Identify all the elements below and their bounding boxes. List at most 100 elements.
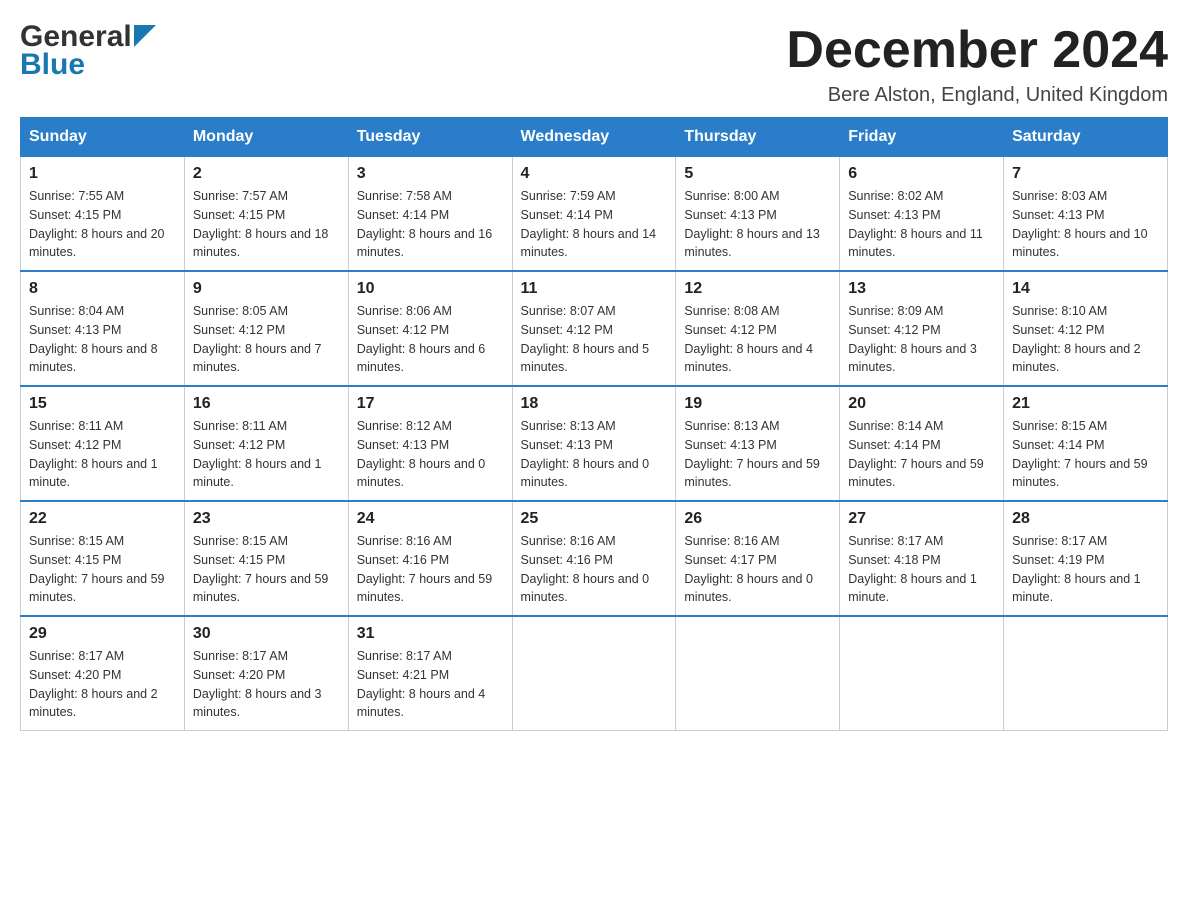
col-wednesday: Wednesday — [512, 118, 676, 157]
calendar-week-1: 1 Sunrise: 7:55 AM Sunset: 4:15 PM Dayli… — [21, 157, 1168, 272]
day-number: 3 — [357, 165, 504, 183]
calendar-cell: 30 Sunrise: 8:17 AM Sunset: 4:20 PM Dayl… — [184, 616, 348, 731]
calendar-cell: 31 Sunrise: 8:17 AM Sunset: 4:21 PM Dayl… — [348, 616, 512, 731]
day-info: Sunrise: 8:15 AM Sunset: 4:14 PM Dayligh… — [1012, 417, 1159, 492]
logo-blue: Blue — [20, 48, 85, 81]
logo-arrow-icon — [134, 25, 156, 47]
calendar-table: Sunday Monday Tuesday Wednesday Thursday… — [20, 117, 1168, 731]
day-number: 15 — [29, 395, 176, 413]
logo: General Blue — [20, 20, 156, 82]
title-section: December 2024 Bere Alston, England, Unit… — [786, 20, 1168, 107]
day-info: Sunrise: 8:17 AM Sunset: 4:18 PM Dayligh… — [848, 532, 995, 607]
day-number: 23 — [193, 510, 340, 528]
day-info: Sunrise: 8:02 AM Sunset: 4:13 PM Dayligh… — [848, 187, 995, 262]
day-number: 1 — [29, 165, 176, 183]
day-number: 17 — [357, 395, 504, 413]
col-thursday: Thursday — [676, 118, 840, 157]
calendar-cell: 5 Sunrise: 8:00 AM Sunset: 4:13 PM Dayli… — [676, 157, 840, 272]
calendar-cell: 19 Sunrise: 8:13 AM Sunset: 4:13 PM Dayl… — [676, 386, 840, 501]
day-number: 10 — [357, 280, 504, 298]
day-number: 16 — [193, 395, 340, 413]
day-number: 14 — [1012, 280, 1159, 298]
col-sunday: Sunday — [21, 118, 185, 157]
calendar-cell: 23 Sunrise: 8:15 AM Sunset: 4:15 PM Dayl… — [184, 501, 348, 616]
page-header: General Blue December 2024 Bere Alston, … — [20, 20, 1168, 107]
day-number: 7 — [1012, 165, 1159, 183]
day-info: Sunrise: 8:04 AM Sunset: 4:13 PM Dayligh… — [29, 302, 176, 377]
day-info: Sunrise: 8:11 AM Sunset: 4:12 PM Dayligh… — [29, 417, 176, 492]
calendar-cell — [840, 616, 1004, 731]
calendar-cell: 11 Sunrise: 8:07 AM Sunset: 4:12 PM Dayl… — [512, 271, 676, 386]
day-info: Sunrise: 8:16 AM Sunset: 4:16 PM Dayligh… — [357, 532, 504, 607]
day-number: 5 — [684, 165, 831, 183]
day-info: Sunrise: 8:03 AM Sunset: 4:13 PM Dayligh… — [1012, 187, 1159, 262]
calendar-cell: 21 Sunrise: 8:15 AM Sunset: 4:14 PM Dayl… — [1004, 386, 1168, 501]
day-number: 2 — [193, 165, 340, 183]
calendar-cell: 10 Sunrise: 8:06 AM Sunset: 4:12 PM Dayl… — [348, 271, 512, 386]
day-number: 26 — [684, 510, 831, 528]
calendar-cell: 3 Sunrise: 7:58 AM Sunset: 4:14 PM Dayli… — [348, 157, 512, 272]
day-info: Sunrise: 8:07 AM Sunset: 4:12 PM Dayligh… — [521, 302, 668, 377]
col-tuesday: Tuesday — [348, 118, 512, 157]
day-info: Sunrise: 7:57 AM Sunset: 4:15 PM Dayligh… — [193, 187, 340, 262]
day-info: Sunrise: 8:15 AM Sunset: 4:15 PM Dayligh… — [29, 532, 176, 607]
day-number: 19 — [684, 395, 831, 413]
calendar-cell: 13 Sunrise: 8:09 AM Sunset: 4:12 PM Dayl… — [840, 271, 1004, 386]
day-info: Sunrise: 8:05 AM Sunset: 4:12 PM Dayligh… — [193, 302, 340, 377]
calendar-cell: 17 Sunrise: 8:12 AM Sunset: 4:13 PM Dayl… — [348, 386, 512, 501]
calendar-cell: 7 Sunrise: 8:03 AM Sunset: 4:13 PM Dayli… — [1004, 157, 1168, 272]
calendar-cell: 28 Sunrise: 8:17 AM Sunset: 4:19 PM Dayl… — [1004, 501, 1168, 616]
calendar-cell: 12 Sunrise: 8:08 AM Sunset: 4:12 PM Dayl… — [676, 271, 840, 386]
col-saturday: Saturday — [1004, 118, 1168, 157]
calendar-week-2: 8 Sunrise: 8:04 AM Sunset: 4:13 PM Dayli… — [21, 271, 1168, 386]
day-info: Sunrise: 8:06 AM Sunset: 4:12 PM Dayligh… — [357, 302, 504, 377]
day-number: 28 — [1012, 510, 1159, 528]
day-number: 13 — [848, 280, 995, 298]
day-info: Sunrise: 8:00 AM Sunset: 4:13 PM Dayligh… — [684, 187, 831, 262]
day-number: 25 — [521, 510, 668, 528]
day-number: 9 — [193, 280, 340, 298]
day-number: 21 — [1012, 395, 1159, 413]
day-number: 24 — [357, 510, 504, 528]
day-info: Sunrise: 7:55 AM Sunset: 4:15 PM Dayligh… — [29, 187, 176, 262]
day-number: 8 — [29, 280, 176, 298]
day-number: 27 — [848, 510, 995, 528]
calendar-cell: 15 Sunrise: 8:11 AM Sunset: 4:12 PM Dayl… — [21, 386, 185, 501]
calendar-cell: 16 Sunrise: 8:11 AM Sunset: 4:12 PM Dayl… — [184, 386, 348, 501]
day-info: Sunrise: 8:11 AM Sunset: 4:12 PM Dayligh… — [193, 417, 340, 492]
calendar-cell: 2 Sunrise: 7:57 AM Sunset: 4:15 PM Dayli… — [184, 157, 348, 272]
calendar-cell: 4 Sunrise: 7:59 AM Sunset: 4:14 PM Dayli… — [512, 157, 676, 272]
calendar-cell: 14 Sunrise: 8:10 AM Sunset: 4:12 PM Dayl… — [1004, 271, 1168, 386]
day-info: Sunrise: 8:17 AM Sunset: 4:20 PM Dayligh… — [29, 647, 176, 722]
calendar-cell — [676, 616, 840, 731]
location: Bere Alston, England, United Kingdom — [786, 84, 1168, 107]
day-info: Sunrise: 8:12 AM Sunset: 4:13 PM Dayligh… — [357, 417, 504, 492]
calendar-cell: 27 Sunrise: 8:17 AM Sunset: 4:18 PM Dayl… — [840, 501, 1004, 616]
day-number: 22 — [29, 510, 176, 528]
col-friday: Friday — [840, 118, 1004, 157]
day-info: Sunrise: 8:16 AM Sunset: 4:17 PM Dayligh… — [684, 532, 831, 607]
day-info: Sunrise: 8:10 AM Sunset: 4:12 PM Dayligh… — [1012, 302, 1159, 377]
calendar-header-row: Sunday Monday Tuesday Wednesday Thursday… — [21, 118, 1168, 157]
calendar-cell: 25 Sunrise: 8:16 AM Sunset: 4:16 PM Dayl… — [512, 501, 676, 616]
day-number: 11 — [521, 280, 668, 298]
calendar-cell: 9 Sunrise: 8:05 AM Sunset: 4:12 PM Dayli… — [184, 271, 348, 386]
calendar-cell: 8 Sunrise: 8:04 AM Sunset: 4:13 PM Dayli… — [21, 271, 185, 386]
calendar-cell: 6 Sunrise: 8:02 AM Sunset: 4:13 PM Dayli… — [840, 157, 1004, 272]
day-number: 30 — [193, 625, 340, 643]
day-info: Sunrise: 8:14 AM Sunset: 4:14 PM Dayligh… — [848, 417, 995, 492]
day-number: 29 — [29, 625, 176, 643]
calendar-cell — [1004, 616, 1168, 731]
col-monday: Monday — [184, 118, 348, 157]
calendar-cell: 24 Sunrise: 8:16 AM Sunset: 4:16 PM Dayl… — [348, 501, 512, 616]
day-info: Sunrise: 8:13 AM Sunset: 4:13 PM Dayligh… — [684, 417, 831, 492]
calendar-cell: 29 Sunrise: 8:17 AM Sunset: 4:20 PM Dayl… — [21, 616, 185, 731]
day-info: Sunrise: 7:58 AM Sunset: 4:14 PM Dayligh… — [357, 187, 504, 262]
calendar-cell: 18 Sunrise: 8:13 AM Sunset: 4:13 PM Dayl… — [512, 386, 676, 501]
day-info: Sunrise: 8:17 AM Sunset: 4:19 PM Dayligh… — [1012, 532, 1159, 607]
calendar-cell: 22 Sunrise: 8:15 AM Sunset: 4:15 PM Dayl… — [21, 501, 185, 616]
day-info: Sunrise: 8:15 AM Sunset: 4:15 PM Dayligh… — [193, 532, 340, 607]
day-info: Sunrise: 8:13 AM Sunset: 4:13 PM Dayligh… — [521, 417, 668, 492]
day-number: 20 — [848, 395, 995, 413]
month-title: December 2024 — [786, 20, 1168, 80]
